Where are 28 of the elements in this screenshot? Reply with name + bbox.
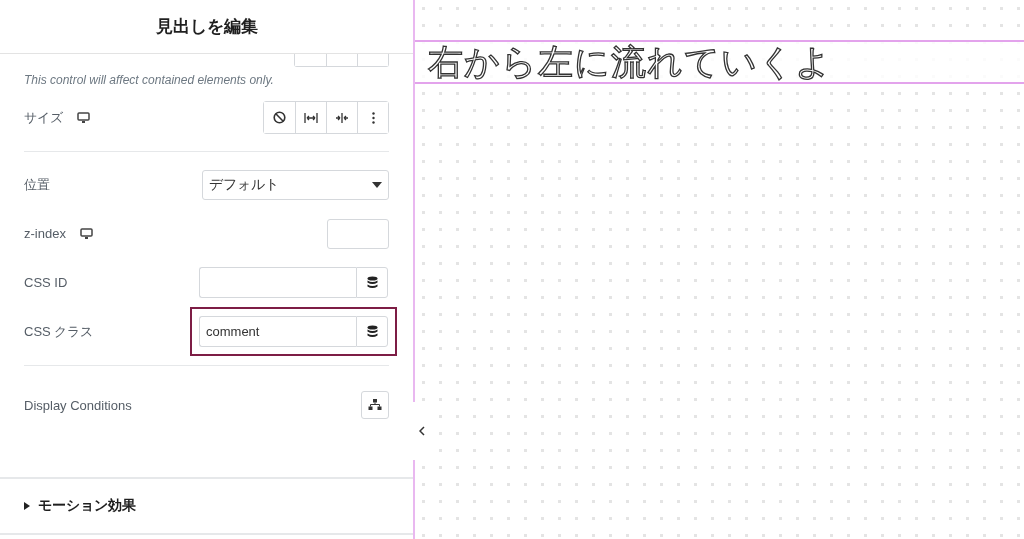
dynamic-tags-button[interactable]	[356, 316, 388, 347]
shrink-width-icon	[335, 111, 349, 124]
text-field[interactable]	[199, 267, 356, 298]
hint-text: This control will affect contained elements only.	[24, 73, 275, 87]
field-label: 位置	[24, 175, 50, 194]
position-select[interactable]: デフォルト	[202, 169, 389, 200]
hierarchy-icon	[368, 399, 382, 411]
align-button[interactable]	[357, 54, 388, 66]
z-index-field[interactable]	[327, 218, 389, 249]
panel-title: 見出しを編集	[155, 16, 258, 38]
dynamic-tags-button[interactable]	[356, 267, 388, 298]
conditions-button[interactable]	[361, 391, 389, 419]
expand-width-icon	[304, 111, 318, 124]
database-icon	[366, 276, 378, 289]
caret-icon	[372, 181, 382, 188]
field-label: CSS ID	[24, 275, 68, 290]
section-header[interactable]: モーション効果	[0, 477, 413, 535]
database-icon	[366, 325, 378, 338]
more-icon	[371, 111, 375, 124]
chevron-left-icon	[419, 426, 425, 436]
heading-text: 右から左に流れていくよ	[428, 40, 832, 83]
prohibited-icon	[273, 111, 286, 124]
caret-icon	[24, 502, 30, 510]
field-label: z-index	[24, 226, 66, 241]
field-label: サイズ	[24, 108, 63, 127]
field-label: CSS クラス	[24, 322, 94, 341]
field-label: Display Conditions	[24, 397, 132, 413]
text-field[interactable]: comment	[199, 316, 356, 347]
